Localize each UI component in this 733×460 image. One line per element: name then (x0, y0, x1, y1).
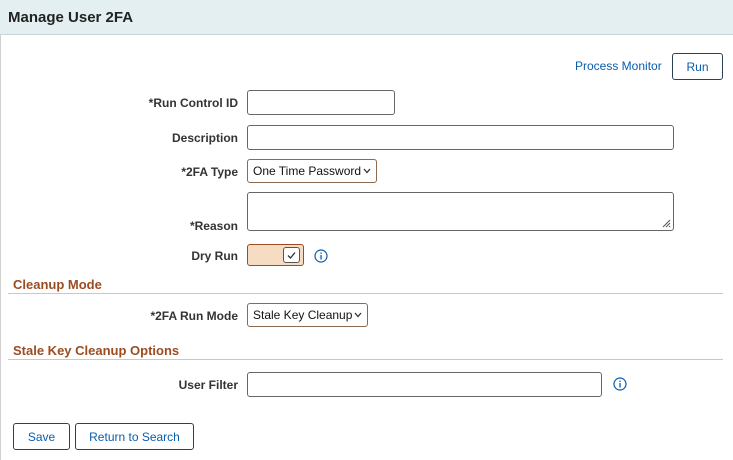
tfa-type-value: One Time Password (253, 164, 362, 178)
tfa-type-label: *2FA Type (181, 165, 238, 179)
run-mode-label: *2FA Run Mode (150, 309, 238, 323)
run-control-id-input[interactable] (247, 90, 395, 115)
run-mode-value: Stale Key Cleanup (253, 308, 353, 322)
left-border (0, 35, 1, 460)
toggle-knob (283, 247, 300, 263)
save-button[interactable]: Save (13, 423, 70, 450)
reason-label: *Reason (189, 219, 238, 233)
return-to-search-button[interactable]: Return to Search (75, 423, 194, 450)
resize-grip-icon[interactable] (661, 218, 671, 228)
section-divider (8, 359, 723, 360)
page-title: Manage User 2FA (8, 9, 134, 26)
tfa-type-select[interactable]: One Time Password (247, 159, 377, 183)
description-label: Description (171, 131, 238, 145)
info-icon[interactable] (314, 249, 328, 263)
check-icon (287, 252, 296, 259)
user-filter-label: User Filter (178, 378, 238, 392)
dry-run-toggle[interactable] (247, 244, 304, 266)
dry-run-label: Dry Run (191, 249, 238, 263)
user-filter-input[interactable] (247, 372, 602, 397)
chevron-down-icon (354, 312, 362, 318)
run-mode-select[interactable]: Stale Key Cleanup (247, 303, 368, 327)
chevron-down-icon (363, 168, 371, 174)
stale-key-options-title: Stale Key Cleanup Options (13, 343, 180, 358)
cleanup-mode-title: Cleanup Mode (13, 277, 102, 292)
description-input[interactable] (247, 125, 674, 150)
reason-textarea[interactable] (247, 192, 674, 231)
page-header: Manage User 2FA (0, 0, 733, 35)
section-divider (8, 293, 723, 294)
process-monitor-link[interactable]: Process Monitor (575, 59, 662, 73)
run-control-id-label: *Run Control ID (148, 96, 238, 110)
run-button[interactable]: Run (672, 53, 723, 80)
info-icon[interactable] (613, 377, 627, 391)
